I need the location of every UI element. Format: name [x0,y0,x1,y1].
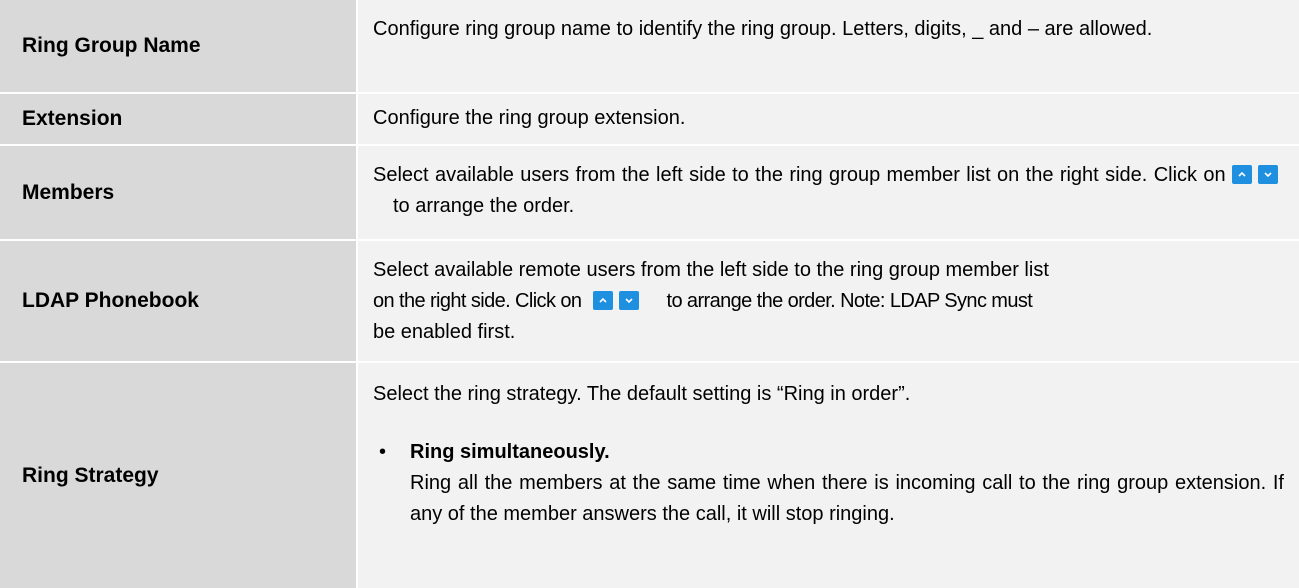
table-row-extension: Extension Configure the ring group exten… [0,94,1299,144]
strategy-option: Ring simultaneously. Ring all the member… [410,437,1284,530]
description-line: on the right side. Click on to arrange t… [373,286,1284,317]
description-text: to arrange the order. [393,195,575,217]
chevron-up-icon [599,297,607,303]
move-down-button [1258,165,1278,184]
move-up-button [1232,165,1252,184]
label-cell: Extension [0,94,356,144]
table-row-ldap-phonebook: LDAP Phonebook Select available remote u… [0,241,1299,361]
table-row-ring-strategy: Ring Strategy Select the ring strategy. … [0,363,1299,588]
option-description: Ring all the members at the same time wh… [410,472,1284,525]
label-cell: Members [0,146,356,239]
row-description: Configure ring group name to identify th… [373,18,1153,40]
label-cell: LDAP Phonebook [0,241,356,361]
description-cell: Select available users from the left sid… [358,146,1299,239]
option-title: Ring simultaneously. [410,441,610,463]
description-cell: Configure the ring group extension. [358,94,1299,144]
row-label: Extension [22,107,123,130]
description-text: on the right side. Click on [373,290,582,312]
move-down-button [618,291,639,310]
table-row-ring-group-name: Ring Group Name Configure ring group nam… [0,0,1299,92]
description-cell: Select the ring strategy. The default se… [358,363,1299,588]
row-label: Ring Strategy [22,463,159,487]
row-label: Members [22,180,115,204]
label-cell: Ring Group Name [0,0,356,92]
chevron-down-icon [1264,172,1272,178]
description-cell: Configure ring group name to identify th… [358,0,1299,92]
description-line: be enabled first. [373,321,516,343]
row-label: Ring Group Name [22,34,201,57]
label-cell: Ring Strategy [0,363,356,588]
description-text: Select available users from the left sid… [373,164,1226,186]
description-cell: Select available remote users from the l… [358,241,1299,361]
row-description: Select available users from the left sid… [373,160,1284,222]
row-description: Select available remote users from the l… [373,255,1284,348]
strategy-intro: Select the ring strategy. The default se… [373,383,911,405]
description-text: to arrange the order. Note: LDAP Sync mu… [666,290,1033,312]
row-label: LDAP Phonebook [22,289,199,312]
table-row-members: Members Select available users from the … [0,146,1299,239]
move-up-button [592,291,613,310]
description-line: Select available remote users from the l… [373,259,1049,281]
bullet-dot: • [379,441,387,463]
row-description: Configure the ring group extension. [373,107,686,129]
chevron-down-icon [625,298,633,304]
chevron-up-icon [1238,171,1246,177]
